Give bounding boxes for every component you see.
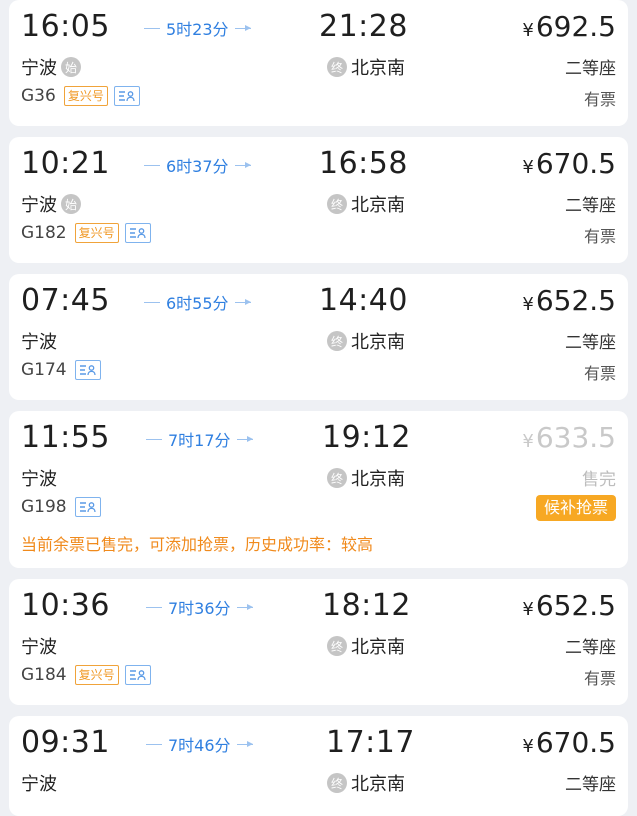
id-card-icon xyxy=(113,86,140,106)
seat-class: 二等座 xyxy=(565,775,616,795)
arrow-right-icon xyxy=(234,24,251,31)
fuxing-tag: 复兴号 xyxy=(63,86,108,106)
departure-time: 07:45 xyxy=(21,283,110,318)
duration: 7时17分 xyxy=(146,429,253,450)
duration: 6时37分 xyxy=(144,155,251,176)
duration-text: 7时17分 xyxy=(168,431,231,450)
train-card[interactable]: 11:55 7时17分 19:12 ¥633.5 宁波 终北京南 售完 G198… xyxy=(9,411,628,568)
duration: 6时55分 xyxy=(144,292,251,313)
from-station: 宁波 xyxy=(21,774,57,795)
train-number: G182 复兴号 xyxy=(21,223,151,243)
duration-text: 6时37分 xyxy=(166,157,229,176)
origin-badge: 始 xyxy=(61,57,81,77)
to-station: 终北京南 xyxy=(327,328,405,354)
price: ¥633.5 xyxy=(522,421,616,454)
arrival-time: 14:40 xyxy=(319,283,408,318)
to-station: 终北京南 xyxy=(327,465,405,491)
origin-badge: 始 xyxy=(61,194,81,214)
arrival-time: 19:12 xyxy=(322,420,411,455)
arrival-time: 21:28 xyxy=(319,9,408,44)
to-station: 终北京南 xyxy=(327,633,405,659)
arrow-right-icon xyxy=(236,435,253,442)
train-card[interactable]: 16:05 5时23分 21:28 ¥692.5 宁波始 终北京南 二等座 G3… xyxy=(9,0,628,126)
arrow-right-icon xyxy=(236,603,253,610)
fuxing-tag: 复兴号 xyxy=(74,223,119,243)
train-number: G198 xyxy=(21,497,101,517)
duration: 7时46分 xyxy=(146,734,253,755)
sold-out-note: 当前余票已售完，可添加抢票，历史成功率：较高 xyxy=(21,535,374,554)
seat-class: 二等座 xyxy=(565,638,616,658)
to-station: 终北京南 xyxy=(327,54,405,80)
id-card-icon xyxy=(124,223,151,243)
terminal-badge: 终 xyxy=(327,636,347,656)
availability: 有票 xyxy=(583,227,616,246)
id-card-icon xyxy=(124,665,151,685)
train-card[interactable]: 10:21 6时37分 16:58 ¥670.5 宁波始 终北京南 二等座 G1… xyxy=(9,137,628,263)
duration-text: 7时36分 xyxy=(168,599,231,618)
train-number: G174 xyxy=(21,360,101,380)
id-card-icon xyxy=(74,497,101,517)
departure-time: 10:21 xyxy=(21,146,110,181)
terminal-badge: 终 xyxy=(327,57,347,77)
departure-time: 11:55 xyxy=(21,420,110,455)
departure-time: 09:31 xyxy=(21,725,110,760)
train-card[interactable]: 07:45 6时55分 14:40 ¥652.5 宁波 终北京南 二等座 G17… xyxy=(9,274,628,400)
duration: 7时36分 xyxy=(146,597,253,618)
sold-out-label: 售完 xyxy=(582,470,616,490)
seat-class: 二等座 xyxy=(565,59,616,79)
from-station: 宁波 xyxy=(21,469,57,490)
arrival-time: 18:12 xyxy=(322,588,411,623)
from-station: 宁波 xyxy=(21,332,57,353)
from-station: 宁波始 xyxy=(21,54,81,80)
train-number: G184 复兴号 xyxy=(21,665,151,685)
price: ¥652.5 xyxy=(522,284,616,317)
arrow-right-icon xyxy=(234,161,251,168)
from-station: 宁波始 xyxy=(21,191,81,217)
departure-time: 10:36 xyxy=(21,588,110,623)
arrow-right-icon xyxy=(234,298,251,305)
price: ¥670.5 xyxy=(522,726,616,759)
terminal-badge: 终 xyxy=(327,194,347,214)
seat-class: 二等座 xyxy=(565,196,616,216)
arrow-right-icon xyxy=(236,740,253,747)
availability: 有票 xyxy=(583,90,616,109)
price: ¥670.5 xyxy=(522,147,616,180)
arrival-time: 16:58 xyxy=(319,146,408,181)
to-station: 终北京南 xyxy=(327,770,405,796)
train-card[interactable]: 09:31 7时46分 17:17 ¥670.5 宁波 终北京南 二等座 xyxy=(9,716,628,816)
price: ¥652.5 xyxy=(522,589,616,622)
arrival-time: 17:17 xyxy=(326,725,415,760)
duration-text: 6时55分 xyxy=(166,294,229,313)
terminal-badge: 终 xyxy=(327,468,347,488)
terminal-badge: 终 xyxy=(327,773,347,793)
seat-class: 二等座 xyxy=(565,333,616,353)
duration-text: 5时23分 xyxy=(166,20,229,39)
from-station: 宁波 xyxy=(21,637,57,658)
duration: 5时23分 xyxy=(144,18,251,39)
duration-text: 7时46分 xyxy=(168,736,231,755)
train-number: G36 复兴号 xyxy=(21,86,140,106)
availability: 有票 xyxy=(583,669,616,688)
id-card-icon xyxy=(74,360,101,380)
to-station: 终北京南 xyxy=(327,191,405,217)
waitlist-button[interactable]: 候补抢票 xyxy=(535,495,616,521)
terminal-badge: 终 xyxy=(327,331,347,351)
departure-time: 16:05 xyxy=(21,9,110,44)
fuxing-tag: 复兴号 xyxy=(74,665,119,685)
availability: 有票 xyxy=(583,364,616,383)
train-card[interactable]: 10:36 7时36分 18:12 ¥652.5 宁波 终北京南 二等座 G18… xyxy=(9,579,628,705)
price: ¥692.5 xyxy=(522,10,616,43)
